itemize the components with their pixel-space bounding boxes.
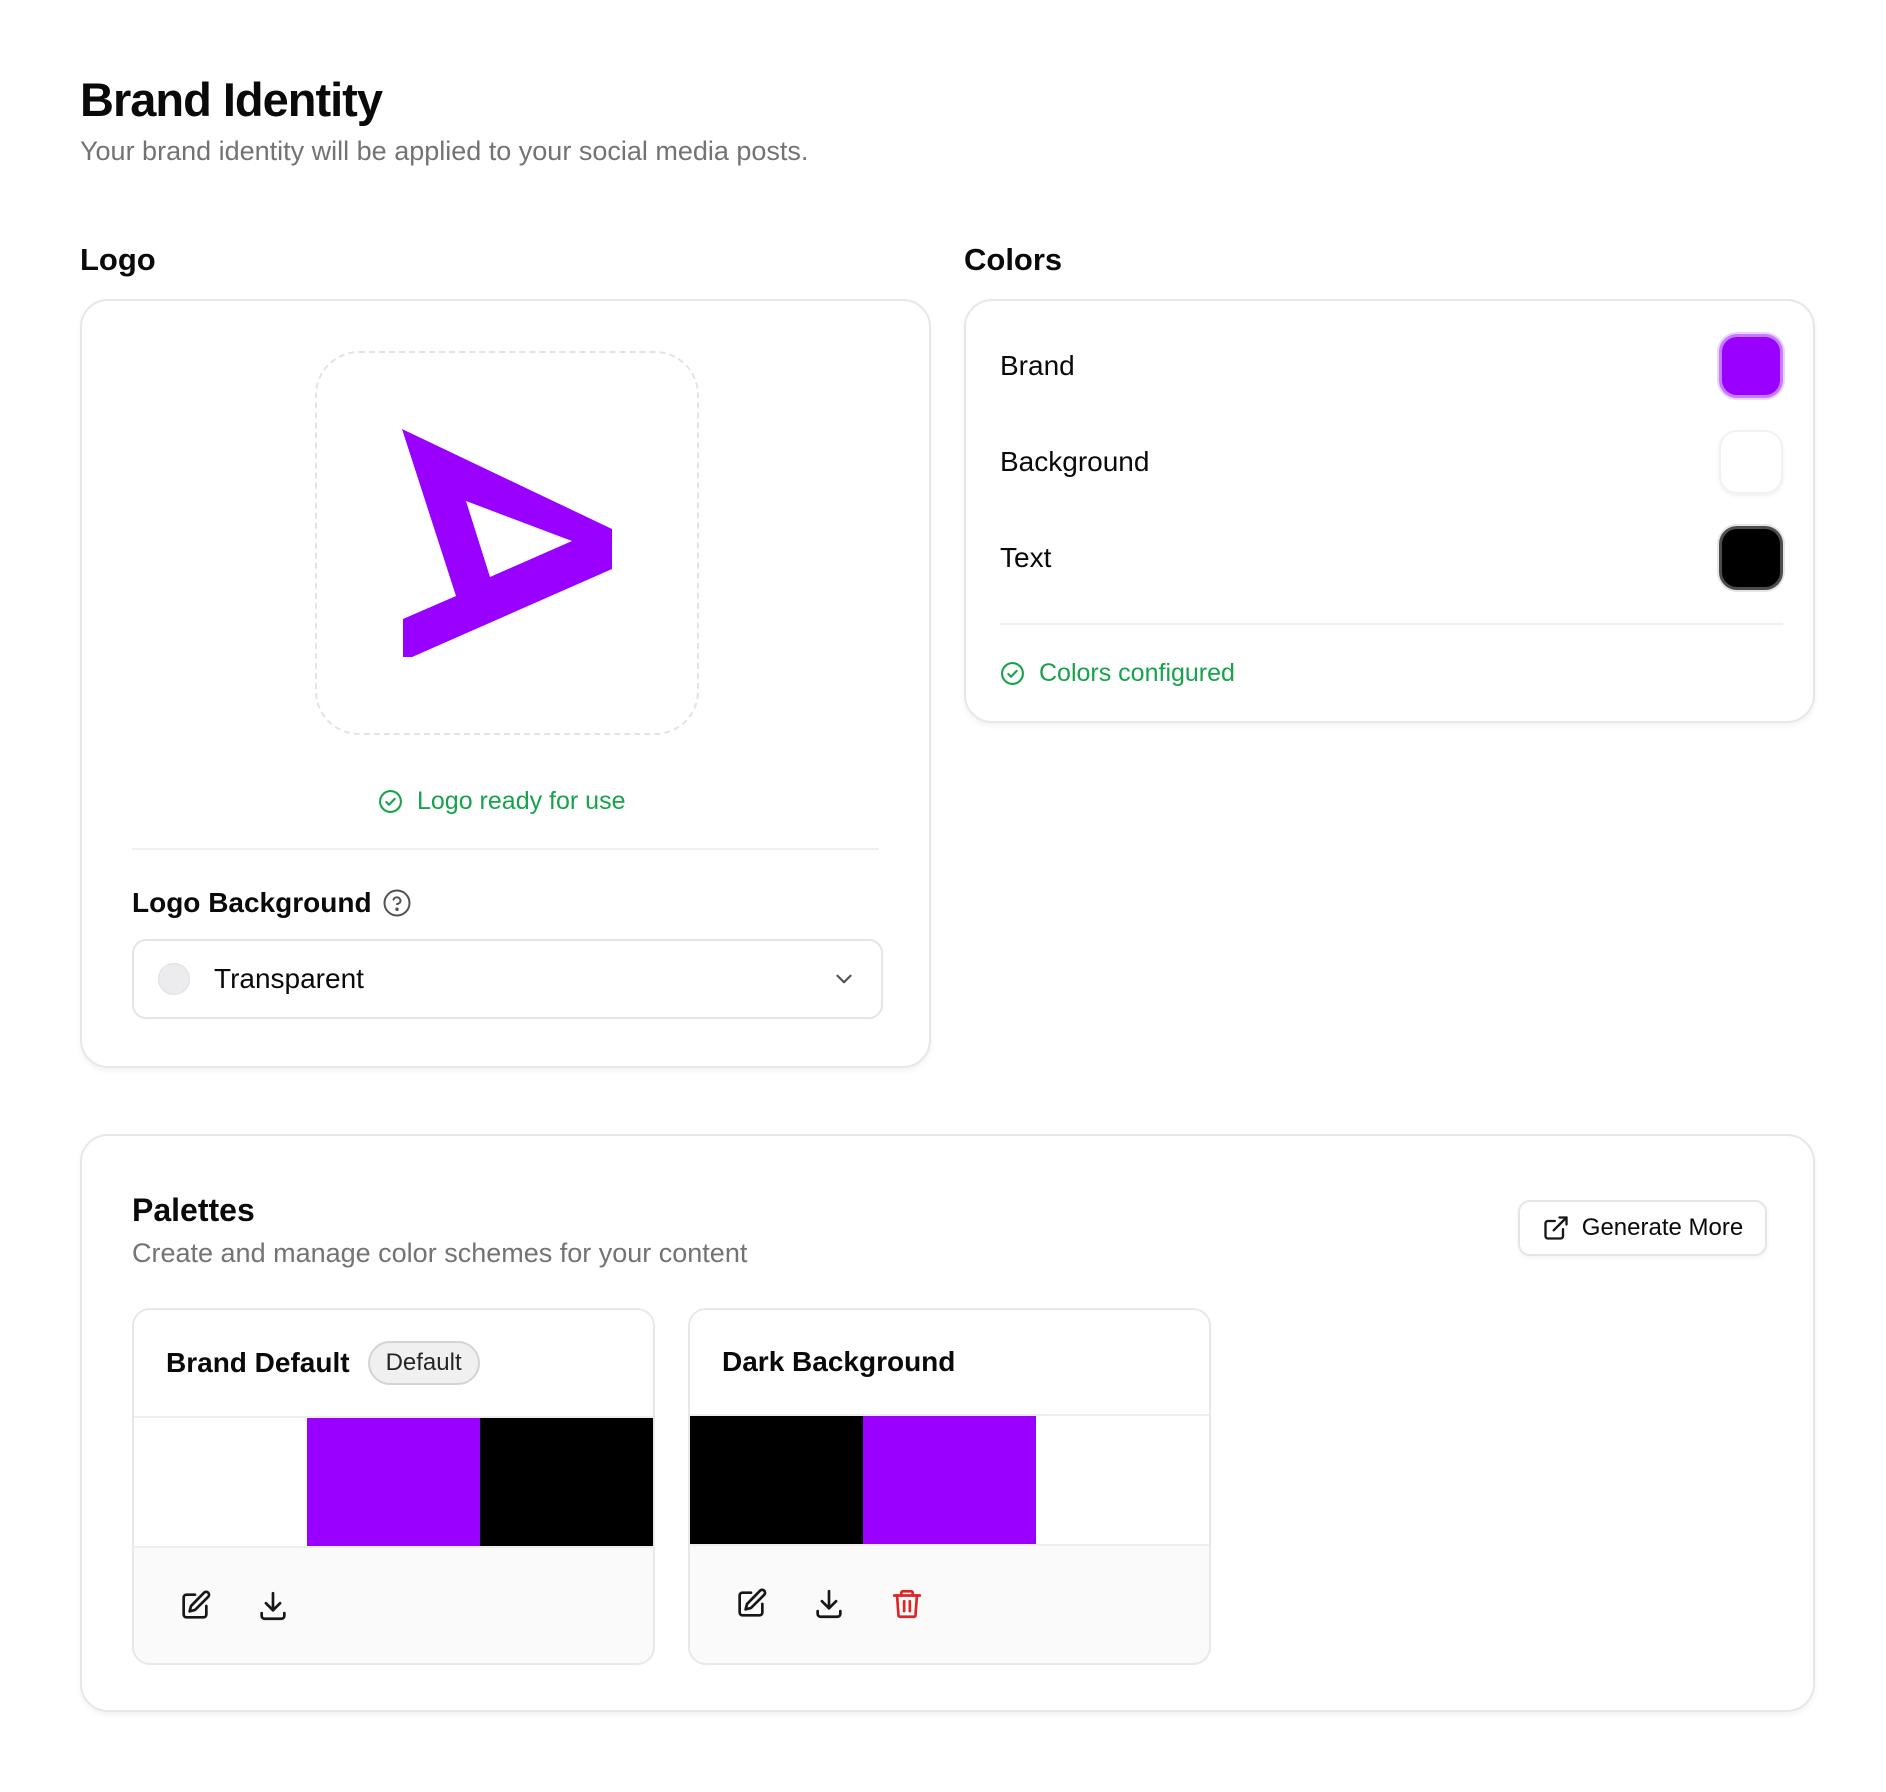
logo-background-label-row: Logo Background [132,887,412,919]
default-badge: Default [367,1341,480,1385]
logo-preview[interactable] [315,351,699,735]
palette-swatch-black [480,1418,653,1546]
edit-icon[interactable] [178,1589,212,1623]
transparent-swatch [158,963,190,995]
logo-background-label: Logo Background [132,887,372,918]
palette-header: Dark Background [690,1310,1209,1416]
palette-actions [134,1548,653,1663]
text-color-swatch[interactable] [1719,526,1783,590]
color-row-brand: Brand [1000,333,1783,399]
palette-swatch-purple [863,1416,1036,1544]
logo-status: Logo ready for use [378,787,625,816]
color-row-text: Text [1000,525,1783,591]
chevron-down-icon [836,974,852,984]
palette-color-strip [690,1416,1209,1546]
page-subtitle: Your brand identity will be applied to y… [80,136,809,166]
palette-card-dark-background[interactable]: Dark Background [688,1308,1211,1665]
palettes-title: Palettes [132,1192,255,1228]
logo-card: Logo ready for use Logo Background Trans… [80,299,931,1068]
color-name: Text [1000,542,1052,573]
edit-icon[interactable] [734,1587,768,1621]
palette-header: Brand Default Default [134,1310,653,1418]
palette-color-strip [134,1418,653,1548]
palette-name: Brand Default [166,1347,350,1378]
palette-swatch-black [690,1416,863,1544]
color-row-background: Background [1000,429,1783,495]
colors-status: Colors configured [1000,659,1235,688]
brand-color-swatch[interactable] [1719,334,1783,398]
palette-card-brand-default[interactable]: Brand Default Default [132,1308,655,1665]
divider [1000,623,1783,625]
download-icon[interactable] [256,1589,290,1623]
color-name: Brand [1000,350,1075,381]
colors-status-text: Colors configured [1039,659,1235,687]
logo-status-text: Logo ready for use [417,787,626,815]
background-color-swatch[interactable] [1719,430,1783,494]
brand-logo [402,429,612,657]
check-circle-icon [379,790,402,813]
colors-card: Brand Background Text Colors configured [964,299,1815,723]
palette-swatch-white [1036,1416,1209,1544]
logo-section-label: Logo [80,242,156,277]
check-circle-icon [1001,662,1024,685]
colors-section-label: Colors [964,242,1063,277]
palettes-card: Palettes Create and manage color schemes… [80,1134,1815,1712]
help-circle-icon[interactable] [382,888,412,918]
color-name: Background [1000,446,1150,477]
external-link-icon [1544,1216,1568,1240]
logo-background-select[interactable]: Transparent [132,939,883,1019]
palettes-subtitle: Create and manage color schemes for your… [132,1238,748,1268]
divider [132,848,879,850]
palette-actions [690,1546,1209,1661]
trash-icon[interactable] [890,1587,924,1621]
logo-background-value: Transparent [214,963,364,994]
download-icon[interactable] [812,1587,846,1621]
palette-name: Dark Background [722,1346,956,1377]
page-title: Brand Identity [80,73,383,126]
generate-more-button[interactable]: Generate More [1518,1200,1767,1256]
palette-swatch-white [134,1418,307,1546]
palette-swatch-purple [307,1418,480,1546]
generate-more-label: Generate More [1581,1214,1744,1241]
